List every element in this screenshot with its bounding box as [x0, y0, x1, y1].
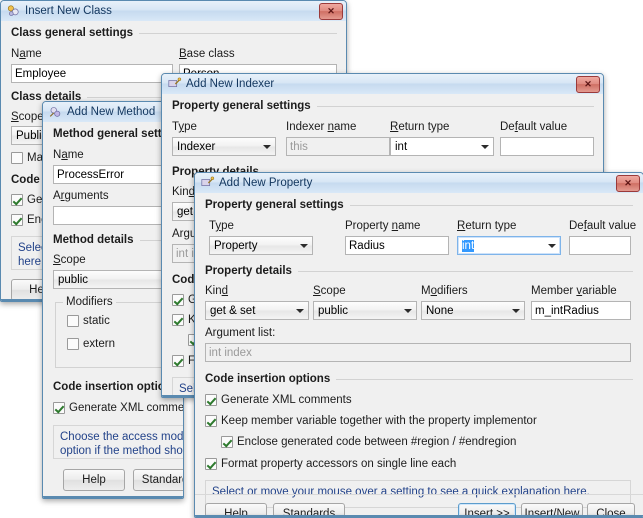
chevron-down-icon	[512, 308, 520, 313]
input-indexer-name[interactable]: this	[286, 137, 390, 156]
titlebar-add-new-property[interactable]: Add New Property ✕	[195, 173, 643, 194]
group-property-general-settings: Property general settings	[205, 199, 633, 211]
input-property-default-value[interactable]	[569, 236, 631, 255]
property-icon	[168, 77, 182, 87]
titlebar-insert-new-class[interactable]: Insert New Class ✕	[1, 1, 346, 22]
checkbox-static[interactable]: static	[67, 315, 110, 327]
checkbox-box	[221, 436, 233, 448]
footer-divider	[195, 494, 643, 495]
label-scope: Scope	[11, 111, 44, 123]
checkbox-box	[11, 214, 23, 226]
group-rule	[297, 270, 633, 272]
window-title: Add New Method	[67, 106, 156, 118]
chevron-down-icon	[548, 243, 556, 248]
input-property-argument-list[interactable]: int index	[205, 343, 631, 362]
label-method-scope: Scope	[53, 254, 86, 266]
select-property-type[interactable]: Property	[209, 236, 313, 255]
window-title: Insert New Class	[25, 5, 112, 17]
input-property-member-variable[interactable]: m_intRadius	[531, 301, 631, 320]
checkbox-box	[205, 394, 217, 406]
checkbox-property-enclose-region[interactable]: Enclose generated code between #region /…	[221, 436, 516, 448]
label-property-kind: Kind	[205, 285, 229, 297]
label-name: Name	[11, 48, 42, 60]
label-indexer-kind: Kind	[172, 186, 196, 198]
checkbox-box	[205, 415, 217, 427]
chevron-down-icon	[300, 243, 308, 248]
property-icon	[201, 176, 215, 186]
group-rule	[349, 204, 633, 206]
group-class-general-settings: Class general settings	[11, 27, 337, 39]
label-property-type: Type	[209, 220, 234, 232]
select-property-modifiers[interactable]: None	[421, 301, 525, 320]
window-title: Add New Indexer	[186, 78, 275, 90]
checkbox-extern[interactable]: extern	[67, 338, 115, 350]
select-indexer-type[interactable]: Indexer	[172, 137, 276, 156]
label-property-scope: Scope	[313, 285, 346, 297]
label-indexer-return-type: Return type	[390, 121, 450, 133]
label-property-return-type: Return type	[457, 220, 517, 232]
label-property-default-value: Default value	[569, 220, 637, 232]
close-button[interactable]: ✕	[616, 175, 640, 192]
checkbox-box	[11, 194, 23, 206]
label-indexer-name: Indexer name	[286, 121, 357, 133]
checkbox-box	[205, 458, 217, 470]
input-indexer-default-value[interactable]	[500, 137, 594, 156]
chevron-down-icon	[296, 308, 304, 313]
group-property-code-insertion: Code insertion options	[205, 373, 633, 385]
chevron-down-icon	[481, 144, 489, 149]
label-property-member-variable: Member variable	[531, 285, 617, 297]
fieldset-legend: Modifiers	[63, 296, 116, 308]
input-class-name[interactable]: Employee	[11, 64, 173, 83]
checkbox-property-generate-xml[interactable]: Generate XML comments	[205, 394, 352, 406]
selected-text: int	[462, 240, 475, 252]
class-icon	[7, 5, 19, 16]
group-rule	[336, 378, 633, 380]
close-button[interactable]: ✕	[319, 3, 343, 20]
checkbox-box	[53, 402, 65, 414]
select-property-return-type[interactable]: int	[457, 236, 561, 255]
dialog-body-add-new-property: Property general settings Type Property …	[195, 193, 643, 517]
select-property-kind[interactable]: get & set	[205, 301, 309, 320]
group-property-details: Property details	[205, 265, 633, 277]
input-property-name[interactable]: Radius	[345, 236, 449, 255]
group-indexer-general-settings: Property general settings	[172, 100, 594, 112]
standards-button[interactable]: Standards	[133, 469, 183, 491]
checkbox-box	[11, 152, 23, 164]
label-base-class: Base class	[179, 48, 235, 60]
checkbox-method-generate-xml[interactable]: Generate XML comme	[53, 402, 183, 414]
select-property-scope[interactable]: public	[313, 301, 417, 320]
method-icon	[49, 107, 61, 117]
chevron-down-icon	[263, 144, 271, 149]
label-method-name: Name	[53, 149, 84, 161]
checkbox-property-format-accessors[interactable]: Format property accessors on single line…	[205, 458, 456, 470]
group-rule	[139, 32, 337, 34]
label-property-argument-list: Argument list:	[205, 327, 276, 339]
checkbox-box	[172, 355, 184, 367]
dialog-add-new-property[interactable]: Add New Property ✕ Property general sett…	[194, 172, 643, 518]
label-indexer-type: Type	[172, 121, 197, 133]
window-title: Add New Property	[219, 177, 313, 189]
window-bottom-band	[43, 496, 183, 498]
group-rule	[316, 105, 594, 107]
checkbox-property-keep-member[interactable]: Keep member variable together with the p…	[205, 415, 537, 427]
explanation-box: Choose the access modif option if the me…	[53, 425, 183, 459]
checkbox-box	[67, 315, 79, 327]
checkbox-box	[172, 314, 184, 326]
chevron-down-icon	[404, 308, 412, 313]
checkbox-box	[172, 294, 184, 306]
help-button[interactable]: Help	[63, 469, 125, 491]
label-property-name: Property name	[345, 220, 421, 232]
label-method-arguments: Arguments	[53, 190, 109, 202]
titlebar-add-new-indexer[interactable]: Add New Indexer ✕	[162, 74, 603, 95]
label-indexer-argument-list: Argu	[172, 228, 197, 240]
checkbox-box	[67, 338, 79, 350]
label-indexer-default-value: Default value	[500, 121, 568, 133]
select-indexer-return-type[interactable]: int	[390, 137, 494, 156]
label-property-modifiers: Modifiers	[421, 285, 468, 297]
close-button[interactable]: ✕	[576, 76, 600, 93]
